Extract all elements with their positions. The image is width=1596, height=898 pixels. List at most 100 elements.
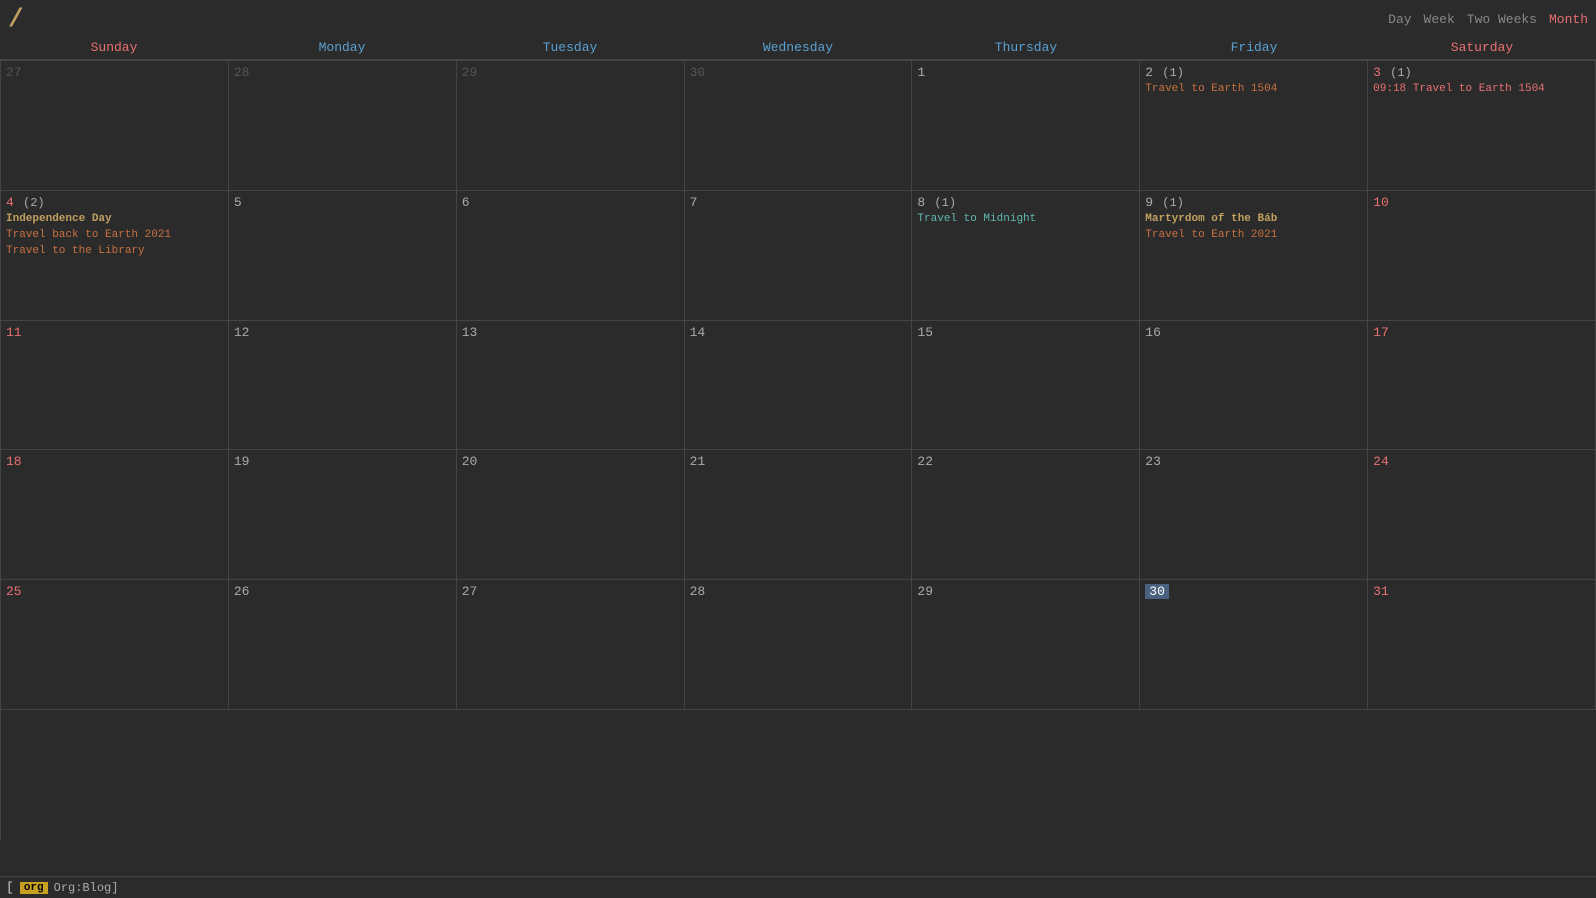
cal-cell-prev-29[interactable]: 29 bbox=[457, 61, 685, 191]
day-number: 4 bbox=[6, 195, 14, 210]
day-number: 22 bbox=[917, 454, 933, 469]
cal-cell-14[interactable]: 14 bbox=[685, 321, 913, 451]
day-number: 26 bbox=[234, 584, 250, 599]
day-number: 27 bbox=[462, 584, 478, 599]
cal-cell-31[interactable]: 31 bbox=[1368, 580, 1596, 710]
day-headers-row: Sunday Monday Tuesday Wednesday Thursday… bbox=[0, 36, 1596, 60]
cal-cell-25[interactable]: 25 bbox=[1, 580, 229, 710]
day-number: 8 bbox=[917, 195, 925, 210]
cal-cell-prev-30[interactable]: 30 bbox=[685, 61, 913, 191]
day-header-monday: Monday bbox=[228, 36, 456, 59]
event-count: (2) bbox=[16, 196, 45, 210]
statusbar-label: Org:Blog] bbox=[54, 881, 119, 895]
cal-cell-30[interactable]: 30 bbox=[1140, 580, 1368, 710]
day-number: 14 bbox=[690, 325, 706, 340]
event-item[interactable]: Travel to Earth 1504 bbox=[1145, 82, 1362, 96]
day-number: 10 bbox=[1373, 195, 1389, 210]
cal-cell-18[interactable]: 18 bbox=[1, 450, 229, 580]
day-number: 11 bbox=[6, 325, 22, 340]
cal-cell-11[interactable]: 11 bbox=[1, 321, 229, 451]
day-number: 28 bbox=[690, 584, 706, 599]
day-number: 21 bbox=[690, 454, 706, 469]
day-number: 20 bbox=[462, 454, 478, 469]
cal-cell-21[interactable]: 21 bbox=[685, 450, 913, 580]
day-number: 18 bbox=[6, 454, 22, 469]
cal-cell-23[interactable]: 23 bbox=[1140, 450, 1368, 580]
event-count: (1) bbox=[1383, 66, 1412, 80]
cal-cell-17[interactable]: 17 bbox=[1368, 321, 1596, 451]
day-number: 9 bbox=[1145, 195, 1153, 210]
event-item[interactable]: Travel to Earth 2021 bbox=[1145, 228, 1362, 242]
cal-cell-5[interactable]: 5 bbox=[229, 191, 457, 321]
view-week-button[interactable]: Week bbox=[1424, 12, 1455, 27]
day-number: 15 bbox=[917, 325, 933, 340]
day-number: 25 bbox=[6, 584, 22, 599]
header: / Day Week Two Weeks Month bbox=[0, 0, 1596, 36]
event-item[interactable]: 09:18 Travel to Earth 1504 bbox=[1373, 82, 1590, 96]
statusbar-bracket-open: [ bbox=[6, 880, 14, 895]
day-number: 28 bbox=[234, 65, 250, 80]
day-number: 17 bbox=[1373, 325, 1389, 340]
event-item[interactable]: Travel back to Earth 2021 bbox=[6, 228, 223, 242]
cal-cell-20[interactable]: 20 bbox=[457, 450, 685, 580]
day-number: 31 bbox=[1373, 584, 1389, 599]
cal-cell-7[interactable]: 7 bbox=[685, 191, 913, 321]
day-header-friday: Friday bbox=[1140, 36, 1368, 59]
cal-cell-2[interactable]: 2 (1) Travel to Earth 1504 bbox=[1140, 61, 1368, 191]
cal-cell-19[interactable]: 19 bbox=[229, 450, 457, 580]
day-header-sunday: Sunday bbox=[0, 36, 228, 59]
day-number: 27 bbox=[6, 65, 22, 80]
day-number: 5 bbox=[234, 195, 242, 210]
statusbar-tag: org bbox=[20, 882, 48, 894]
cal-cell-prev-27[interactable]: 27 bbox=[1, 61, 229, 191]
cal-cell-12[interactable]: 12 bbox=[229, 321, 457, 451]
day-number: 29 bbox=[917, 584, 933, 599]
cal-cell-26[interactable]: 26 bbox=[229, 580, 457, 710]
calendar-grid: 2728293012 (1)Travel to Earth 15043 (1)0… bbox=[0, 60, 1596, 840]
cal-cell-15[interactable]: 15 bbox=[912, 321, 1140, 451]
cal-cell-22[interactable]: 22 bbox=[912, 450, 1140, 580]
day-number: 3 bbox=[1373, 65, 1381, 80]
day-number: 19 bbox=[234, 454, 250, 469]
cal-cell-3[interactable]: 3 (1) 09:18 Travel to Earth 1504 bbox=[1368, 61, 1596, 191]
view-day-button[interactable]: Day bbox=[1388, 12, 1411, 27]
cal-cell-prev-28[interactable]: 28 bbox=[229, 61, 457, 191]
cal-cell-27[interactable]: 27 bbox=[457, 580, 685, 710]
event-item[interactable]: Travel to Midnight bbox=[917, 212, 1134, 226]
event-item[interactable]: Independence Day bbox=[6, 212, 223, 226]
cal-cell-6[interactable]: 6 bbox=[457, 191, 685, 321]
day-number: 16 bbox=[1145, 325, 1161, 340]
event-item[interactable]: Martyrdom of the Báb bbox=[1145, 212, 1362, 226]
cal-cell-4[interactable]: 4 (2) Independence Day Travel back to Eart… bbox=[1, 191, 229, 321]
day-number: 2 bbox=[1145, 65, 1153, 80]
cal-cell-10[interactable]: 10 bbox=[1368, 191, 1596, 321]
event-item[interactable]: Travel to the Library bbox=[6, 244, 223, 258]
day-number: 6 bbox=[462, 195, 470, 210]
event-count: (1) bbox=[1155, 66, 1184, 80]
day-number: 1 bbox=[917, 65, 925, 80]
cal-cell-16[interactable]: 16 bbox=[1140, 321, 1368, 451]
view-two-weeks-button[interactable]: Two Weeks bbox=[1467, 12, 1537, 27]
day-header-saturday: Saturday bbox=[1368, 36, 1596, 59]
cal-cell-29[interactable]: 29 bbox=[912, 580, 1140, 710]
day-number: 13 bbox=[462, 325, 478, 340]
day-number: 7 bbox=[690, 195, 698, 210]
day-number: 30 bbox=[1145, 584, 1169, 599]
cal-cell-24[interactable]: 24 bbox=[1368, 450, 1596, 580]
cal-cell-28[interactable]: 28 bbox=[685, 580, 913, 710]
cal-cell-9[interactable]: 9 (1) Martyrdom of the Báb Travel to Earth… bbox=[1140, 191, 1368, 321]
cal-cell-13[interactable]: 13 bbox=[457, 321, 685, 451]
today-highlight: 30 bbox=[1145, 584, 1169, 599]
day-number: 30 bbox=[690, 65, 706, 80]
view-switcher: Day Week Two Weeks Month bbox=[1388, 12, 1588, 27]
event-count: (1) bbox=[1155, 196, 1184, 210]
view-month-button[interactable]: Month bbox=[1549, 12, 1588, 27]
day-number: 23 bbox=[1145, 454, 1161, 469]
day-header-thursday: Thursday bbox=[912, 36, 1140, 59]
cal-cell-1[interactable]: 1 bbox=[912, 61, 1140, 191]
event-count: (1) bbox=[927, 196, 956, 210]
day-number: 29 bbox=[462, 65, 478, 80]
cal-cell-8[interactable]: 8 (1) Travel to Midnight bbox=[912, 191, 1140, 321]
day-header-tuesday: Tuesday bbox=[456, 36, 684, 59]
status-bar: [ org Org:Blog] bbox=[0, 876, 1596, 898]
